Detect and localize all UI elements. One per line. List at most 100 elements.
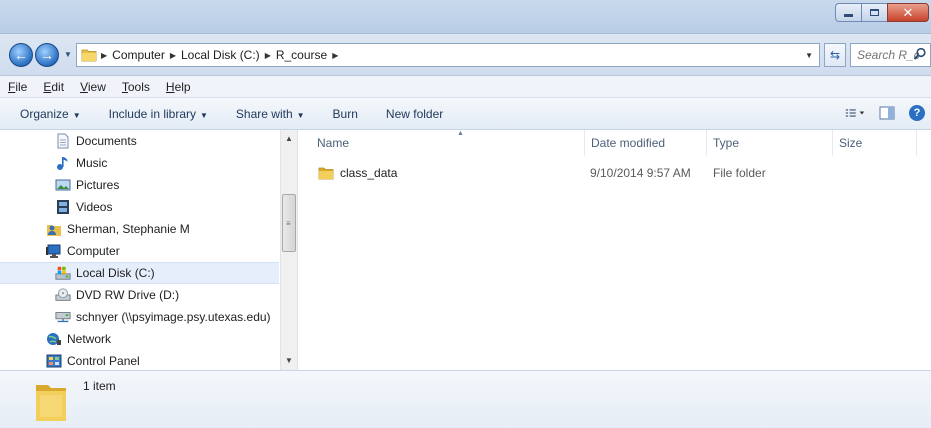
folder-icon xyxy=(318,167,334,180)
network-icon xyxy=(46,331,62,347)
file-date: 9/10/2014 9:57 AM xyxy=(590,166,691,180)
control-panel-icon xyxy=(46,353,62,369)
menu-help[interactable]: Help xyxy=(166,80,191,94)
column-name[interactable]: Name xyxy=(311,130,585,156)
scroll-up-icon[interactable]: ▲ xyxy=(285,134,293,143)
nav-item-network[interactable]: Network xyxy=(0,328,279,350)
scrollbar-thumb[interactable]: ≡ xyxy=(282,194,296,252)
navigation-pane: Documents Music Pictures Videos Sherman,… xyxy=(0,130,298,370)
burn-button[interactable]: Burn xyxy=(333,107,358,121)
file-list: Name ▲ Date modified Type Size class_dat… xyxy=(299,130,931,370)
folder-icon xyxy=(81,49,97,62)
include-in-library-button[interactable]: Include in library ▼ xyxy=(109,107,208,121)
address-dropdown-icon[interactable]: ▼ xyxy=(805,51,813,60)
grip-icon: ≡ xyxy=(286,219,291,228)
nav-item-label: Sherman, Stephanie M xyxy=(67,222,190,236)
change-view-button[interactable] xyxy=(845,104,865,122)
forward-arrow-icon: → xyxy=(40,47,54,63)
sort-ascending-icon: ▲ xyxy=(457,130,464,137)
minimize-icon xyxy=(844,14,853,17)
forward-button[interactable]: → xyxy=(35,43,59,67)
table-row[interactable]: class_data 9/10/2014 9:57 AM File folder xyxy=(299,162,931,184)
close-button[interactable]: ✕ xyxy=(887,3,929,22)
chevron-down-icon: ▼ xyxy=(72,110,81,120)
computer-icon xyxy=(46,243,62,259)
column-type[interactable]: Type xyxy=(707,130,833,156)
file-name: class_data xyxy=(340,166,398,180)
chevron-down-icon: ▼ xyxy=(296,110,305,120)
details-view-icon xyxy=(845,109,865,117)
new-folder-button[interactable]: New folder xyxy=(386,107,443,121)
breadcrumb-local-disk[interactable]: Local Disk (C:) xyxy=(181,48,260,62)
breadcrumb: ▶ Computer ▶ Local Disk (C:) ▶ R_course … xyxy=(101,48,338,62)
menu-tools[interactable]: Tools xyxy=(122,80,150,94)
window-controls: ✕ xyxy=(835,3,929,22)
nav-item-label: DVD RW Drive (D:) xyxy=(76,288,180,302)
nav-item-label: Control Panel xyxy=(67,354,140,368)
close-icon: ✕ xyxy=(902,5,914,20)
nav-item-documents[interactable]: Documents xyxy=(0,130,279,152)
user-folder-icon xyxy=(46,221,62,237)
navigation-tree: Documents Music Pictures Videos Sherman,… xyxy=(0,130,279,370)
dvd-drive-icon xyxy=(55,287,71,303)
local-disk-icon xyxy=(55,265,71,281)
menu-view[interactable]: View xyxy=(80,80,106,94)
nav-item-network-drive[interactable]: schnyer (\\psyimage.psy.utexas.edu) xyxy=(0,306,279,328)
breadcrumb-computer[interactable]: Computer xyxy=(112,48,165,62)
details-pane: 1 item xyxy=(0,370,931,428)
recent-pages-dropdown-icon[interactable]: ▼ xyxy=(64,50,72,59)
navigation-scrollbar[interactable]: ▲ ≡ ▼ xyxy=(280,130,297,370)
back-button[interactable]: ← xyxy=(9,43,33,67)
share-with-button[interactable]: Share with ▼ xyxy=(236,107,305,121)
videos-icon xyxy=(55,199,71,215)
menu-bar: File Edit View Tools Help xyxy=(0,76,931,98)
column-header: Name ▲ Date modified Type Size xyxy=(299,130,931,156)
nav-item-label: Documents xyxy=(76,134,137,148)
nav-item-user-folder[interactable]: Sherman, Stephanie M xyxy=(0,218,279,240)
minimize-button[interactable] xyxy=(835,3,861,22)
search-input[interactable] xyxy=(857,48,919,62)
folder-icon xyxy=(36,385,66,421)
back-arrow-icon: ← xyxy=(14,47,28,63)
search-icon[interactable] xyxy=(913,47,927,61)
documents-icon xyxy=(55,133,71,149)
organize-button[interactable]: Organize ▼ xyxy=(20,107,81,121)
nav-item-label: Computer xyxy=(67,244,120,258)
scroll-down-icon[interactable]: ▼ xyxy=(285,356,293,365)
nav-item-local-disk[interactable]: Local Disk (C:) xyxy=(0,262,279,284)
nav-item-computer[interactable]: Computer xyxy=(0,240,279,262)
refresh-button[interactable]: ⇆ xyxy=(824,43,846,67)
nav-item-label: Music xyxy=(76,156,108,170)
help-icon[interactable]: ? xyxy=(909,105,925,121)
nav-item-label: Pictures xyxy=(76,178,120,192)
breadcrumb-separator-icon[interactable]: ▶ xyxy=(265,51,271,60)
title-bar: ✕ xyxy=(0,0,931,34)
menu-edit[interactable]: Edit xyxy=(43,80,64,94)
address-row: ← → ▼ ▶ Computer ▶ Local Disk (C:) ▶ R_c… xyxy=(0,34,931,76)
address-bar[interactable]: ▶ Computer ▶ Local Disk (C:) ▶ R_course … xyxy=(76,43,820,67)
refresh-icon: ⇆ xyxy=(829,48,841,62)
nav-item-label: Network xyxy=(67,332,112,346)
nav-item-label: Videos xyxy=(76,200,113,214)
maximize-button[interactable] xyxy=(861,3,887,22)
breadcrumb-r-course[interactable]: R_course xyxy=(276,48,327,62)
preview-pane-icon xyxy=(879,106,895,120)
column-date-modified[interactable]: Date modified xyxy=(585,130,707,156)
music-icon xyxy=(55,155,71,171)
menu-file[interactable]: File xyxy=(8,80,27,94)
nav-item-pictures[interactable]: Pictures xyxy=(0,174,279,196)
preview-pane-button[interactable] xyxy=(877,104,897,122)
breadcrumb-separator-icon[interactable]: ▶ xyxy=(101,51,107,60)
view-controls: ? xyxy=(845,104,925,122)
nav-item-music[interactable]: Music xyxy=(0,152,279,174)
nav-item-dvd-drive[interactable]: DVD RW Drive (D:) xyxy=(0,284,279,306)
nav-item-videos[interactable]: Videos xyxy=(0,196,279,218)
breadcrumb-separator-icon[interactable]: ▶ xyxy=(332,51,338,60)
file-name-cell: class_data xyxy=(318,162,397,184)
network-drive-icon xyxy=(55,309,71,325)
file-type: File folder xyxy=(713,166,766,180)
breadcrumb-separator-icon[interactable]: ▶ xyxy=(170,51,176,60)
nav-item-control-panel[interactable]: Control Panel xyxy=(0,350,279,370)
command-bar: Organize ▼ Include in library ▼ Share with… xyxy=(0,98,931,130)
column-size[interactable]: Size xyxy=(833,130,917,156)
